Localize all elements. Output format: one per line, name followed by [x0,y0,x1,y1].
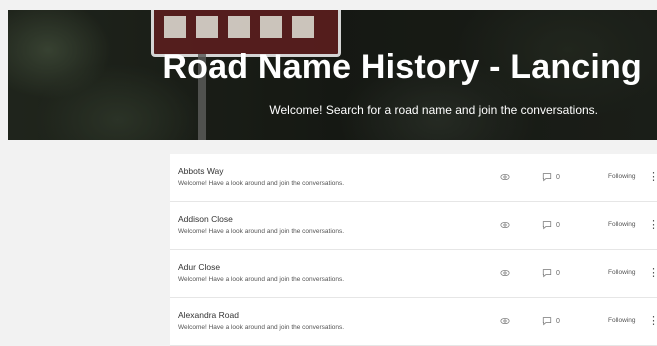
page-subtitle: Welcome! Search for a road name and join… [269,103,598,117]
post-description: Welcome! Have a look around and join the… [178,324,345,331]
page: Road Name History - Lancing Welcome! Sea… [0,0,657,346]
comment-number: 0 [556,317,560,325]
comment-count[interactable]: 0 [542,172,560,182]
sign-glyph-grid [196,16,218,38]
sign-glyph-people [164,16,186,38]
following-button[interactable]: Following [608,173,635,180]
post-item[interactable]: Abbots Way Welcome! Have a look around a… [170,154,657,202]
post-item[interactable]: Alexandra Road Welcome! Have a look arou… [170,298,657,346]
more-vertical-icon[interactable]: ⋮ [648,312,657,330]
hero-banner: Road Name History - Lancing Welcome! Sea… [8,10,657,140]
sign-glyph-bird [228,16,250,38]
comment-icon [542,317,552,326]
comment-count[interactable]: 0 [542,268,560,278]
following-button[interactable]: Following [608,317,635,324]
comment-icon [542,269,552,278]
more-vertical-icon[interactable]: ⋮ [648,216,657,234]
post-item[interactable]: Adur Close Welcome! Have a look around a… [170,250,657,298]
post-list: Abbots Way Welcome! Have a look around a… [170,154,657,346]
comment-icon [542,221,552,230]
post-title[interactable]: Addison Close [178,214,233,224]
eye-icon [500,173,510,181]
eye-icon [500,221,510,229]
more-vertical-icon[interactable]: ⋮ [648,168,657,186]
following-button[interactable]: Following [608,221,635,228]
post-description: Welcome! Have a look around and join the… [178,180,345,187]
eye-icon [500,269,510,277]
page-title: Road Name History - Lancing [162,48,642,86]
post-title[interactable]: Alexandra Road [178,310,239,320]
post-title[interactable]: Adur Close [178,262,220,272]
comment-count[interactable]: 0 [542,316,560,326]
more-vertical-icon[interactable]: ⋮ [648,264,657,282]
sign-glyph-factory [260,16,282,38]
comment-number: 0 [556,269,560,277]
comment-icon [542,173,552,182]
comment-number: 0 [556,221,560,229]
post-title[interactable]: Abbots Way [178,166,224,176]
post-description: Welcome! Have a look around and join the… [178,276,345,283]
comment-number: 0 [556,173,560,181]
following-button[interactable]: Following [608,269,635,276]
comment-count[interactable]: 0 [542,220,560,230]
eye-icon [500,317,510,325]
sign-glyph-boat [292,16,314,38]
post-item[interactable]: Addison Close Welcome! Have a look aroun… [170,202,657,250]
post-description: Welcome! Have a look around and join the… [178,228,345,235]
